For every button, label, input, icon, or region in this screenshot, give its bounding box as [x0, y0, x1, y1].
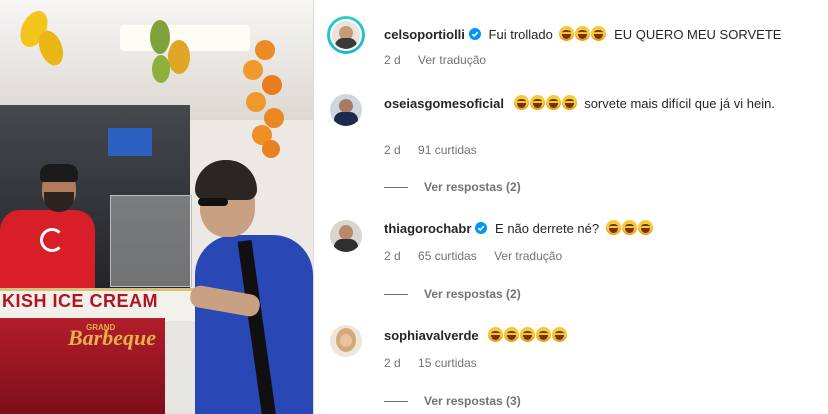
comment-text: Fui trollado — [488, 27, 553, 42]
crescent-emblem-icon — [40, 228, 64, 252]
orange — [264, 108, 284, 128]
translate-link[interactable]: Ver tradução — [418, 53, 486, 67]
comment-username[interactable]: oseiasgomesoficial — [384, 96, 504, 111]
laughing-emoji-icon — [559, 26, 607, 42]
view-replies-label: Ver respostas (2) — [424, 180, 521, 194]
like-count[interactable]: 15 curtidas — [418, 356, 477, 370]
shop-sign — [108, 128, 152, 156]
avatar[interactable] — [330, 220, 362, 252]
view-replies-label: Ver respostas (2) — [424, 287, 521, 301]
orange — [246, 92, 266, 112]
avatar[interactable] — [330, 325, 362, 357]
hanging-fruit — [150, 20, 170, 54]
comment-age: 2 d — [384, 53, 401, 67]
hanging-fruit — [168, 40, 190, 74]
avatar[interactable] — [330, 19, 362, 51]
orange — [243, 60, 263, 80]
comment-text: sorvete mais difícil que já vi hein. — [584, 96, 775, 111]
comment-username[interactable]: thiagorochabr — [384, 221, 471, 236]
customer — [188, 160, 313, 414]
verified-badge-icon — [468, 28, 481, 40]
comment-username[interactable]: sophiavalverde — [384, 328, 479, 343]
view-replies-label: Ver respostas (3) — [424, 394, 521, 408]
like-count[interactable]: 91 curtidas — [418, 143, 477, 157]
laughing-emoji-icon — [513, 95, 578, 111]
hanging-fruit — [152, 55, 170, 83]
comment-text: E não derrete né? — [495, 221, 600, 236]
comment-text-after: EU QUERO MEU SORVETE — [614, 27, 782, 42]
like-count[interactable]: 65 curtidas — [418, 249, 477, 263]
translate-link[interactable]: Ver tradução — [494, 249, 562, 263]
comment-age: 2 d — [384, 249, 401, 263]
comment-username[interactable]: celsoportiolli — [384, 27, 465, 42]
view-replies-button[interactable]: Ver respostas (2) — [384, 287, 521, 301]
comment-age: 2 d — [384, 143, 401, 157]
orange — [262, 140, 280, 158]
laughing-emoji-icon — [488, 327, 568, 343]
comment-age: 2 d — [384, 356, 401, 370]
view-replies-button[interactable]: Ver respostas (2) — [384, 180, 521, 194]
display-case — [110, 195, 192, 287]
verified-badge-icon — [475, 222, 488, 234]
laughing-emoji-icon — [605, 220, 654, 236]
barbeque-logo: Barbeque — [68, 325, 156, 350]
video-frame[interactable]: KISH ICE CREAM GRAND Barbeque — [0, 0, 313, 414]
comments-panel[interactable]: celsoportiolli Fui trollado EU QUERO MEU… — [314, 0, 828, 414]
counter-sign: KISH ICE CREAM — [2, 291, 159, 311]
view-replies-button[interactable]: Ver respostas (3) — [384, 394, 521, 408]
orange — [255, 40, 275, 60]
avatar[interactable] — [330, 94, 362, 126]
orange — [262, 75, 282, 95]
vendor — [0, 164, 100, 300]
